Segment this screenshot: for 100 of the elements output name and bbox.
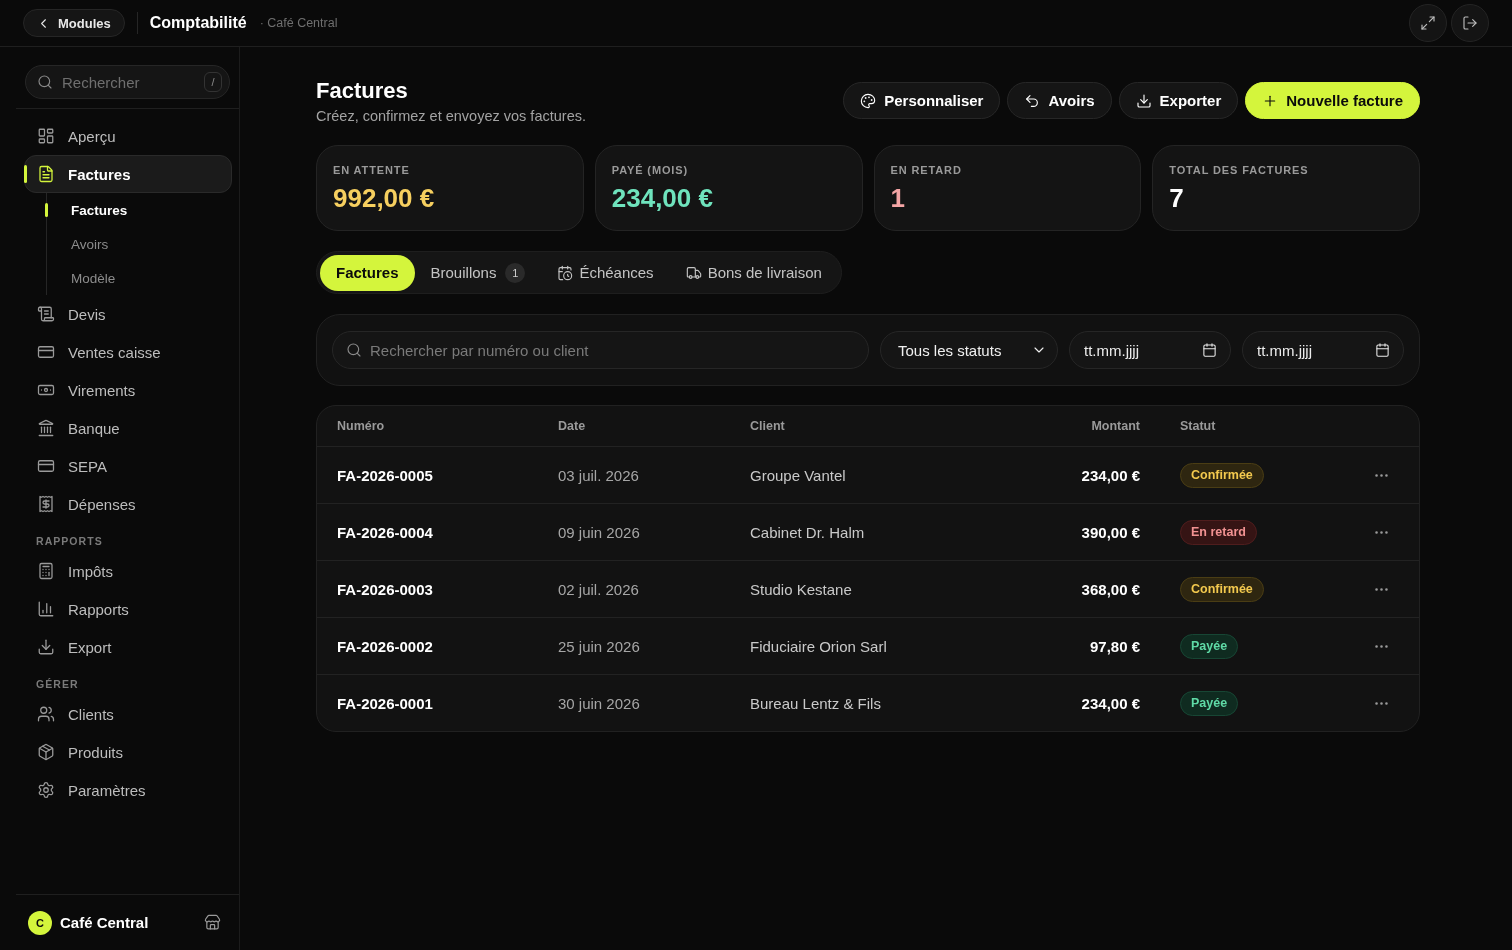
tab[interactable]: Échéances: [541, 254, 670, 291]
table-cell: FA-2026-0003: [337, 580, 433, 598]
nav-item[interactable]: Aperçu: [24, 117, 232, 155]
nav-item[interactable]: Factures: [24, 155, 232, 193]
nav-subitem[interactable]: Avoirs: [47, 227, 232, 261]
nav-item[interactable]: Devis: [24, 295, 232, 333]
tab[interactable]: Factures: [320, 254, 415, 291]
dashboard-icon: [37, 127, 55, 145]
status-badge: Payée: [1180, 690, 1239, 716]
table-cell: Studio Kestane: [750, 580, 852, 598]
settings-icon: [37, 781, 55, 799]
nav-item[interactable]: Virements: [24, 371, 232, 409]
fullscreen-button[interactable]: [1409, 4, 1447, 42]
stat-value: 7: [1169, 183, 1184, 213]
document-icon: [37, 165, 55, 183]
stat-value: 234,00 €: [611, 183, 713, 213]
table-cell: Fiduciaire Orion Sarl: [750, 637, 887, 655]
column-header: Statut: [1180, 419, 1216, 433]
table-cell: FA-2026-0004: [337, 523, 433, 541]
status-badge: Confirmée: [1180, 576, 1264, 602]
page-subtitle: Créez, confirmez et envoyez vos factures.: [316, 106, 586, 125]
date-field[interactable]: tt.mm.jjjj: [1242, 331, 1404, 369]
expand-icon: [1420, 15, 1436, 31]
stat-label: PAYÉ (MOIS): [611, 164, 689, 177]
nav-item[interactable]: Banque: [24, 409, 232, 447]
status-badge: En retard: [1180, 519, 1257, 545]
table-cell: 02 juil. 2026: [558, 580, 639, 598]
bank-icon: [37, 419, 55, 437]
store-icon[interactable]: [204, 914, 221, 931]
table-cell: 25 juin 2026: [558, 637, 640, 655]
logout-button[interactable]: [1451, 4, 1489, 42]
search-field[interactable]: Rechercher par numéro ou client: [332, 331, 869, 369]
download-icon: [1135, 92, 1152, 109]
box-icon: [37, 743, 55, 761]
table-cell: FA-2026-0002: [337, 637, 433, 655]
avatar: C: [28, 910, 52, 935]
stat-label: TOTAL DES FACTURES: [1169, 164, 1309, 177]
column-header: Montant: [1091, 419, 1140, 433]
download-icon: [37, 638, 55, 656]
truck-icon: [685, 264, 702, 281]
back-button[interactable]: Modules: [23, 9, 125, 37]
stat-label: EN ATTENTE: [333, 164, 410, 177]
table-cell: 234,00 €: [1081, 694, 1140, 712]
table-cell: 368,00 €: [1081, 580, 1140, 598]
column-header: Client: [750, 419, 785, 433]
stat-value: 992,00 €: [333, 183, 435, 213]
table-cell: FA-2026-0005: [337, 466, 433, 484]
table-cell: Bureau Lentz & Fils: [750, 694, 881, 712]
receipt-icon: [37, 495, 55, 513]
action-button[interactable]: Personnaliser: [843, 82, 1001, 119]
status-badge: Confirmée: [1180, 462, 1264, 488]
app-subtitle: · Café Central: [259, 16, 338, 30]
tab[interactable]: Bons de livraison: [669, 254, 838, 291]
table-cell: 390,00 €: [1081, 523, 1140, 541]
page-title: Factures: [316, 77, 408, 104]
undo-icon: [1024, 92, 1041, 109]
status-badge: Payée: [1180, 633, 1239, 659]
logout-icon: [1462, 15, 1478, 31]
table-cell: 30 juin 2026: [558, 694, 640, 712]
scroll-icon: [37, 305, 55, 323]
nav-item[interactable]: Dépenses: [24, 485, 232, 523]
app-title: Comptabilité: [149, 14, 247, 32]
table-cell: FA-2026-0001: [337, 694, 433, 712]
business-name: Café Central: [60, 914, 149, 931]
column-header: Numéro: [337, 419, 385, 433]
table-cell: 234,00 €: [1081, 466, 1140, 484]
nav-item[interactable]: Paramètres: [24, 771, 232, 809]
nav-item[interactable]: Ventes caisse: [24, 333, 232, 371]
table-cell: 03 juil. 2026: [558, 466, 639, 484]
count-badge: 1: [505, 262, 526, 283]
search-icon: [37, 74, 53, 90]
nav-item[interactable]: Produits: [24, 733, 232, 771]
nav-subitem[interactable]: Modèle: [47, 261, 232, 295]
status-select[interactable]: Tous les statuts: [880, 331, 1058, 369]
palette-icon: [860, 92, 877, 109]
users-icon: [37, 705, 55, 723]
action-button[interactable]: Exporter: [1118, 82, 1239, 119]
stat-label: EN RETARD: [890, 164, 962, 177]
section-heading: RAPPORTS: [35, 534, 104, 549]
calendar-icon: [1375, 342, 1390, 358]
card-icon: [37, 457, 55, 475]
calculator-icon: [37, 562, 55, 580]
nav-item[interactable]: Export: [24, 628, 232, 666]
card-icon: [37, 343, 55, 361]
table-cell: Cabinet Dr. Halm: [750, 523, 865, 541]
nav-item[interactable]: Impôts: [24, 552, 232, 590]
bar-chart-icon: [37, 600, 55, 618]
nav-item[interactable]: Rapports: [24, 590, 232, 628]
nav-item[interactable]: Clients: [24, 695, 232, 733]
table-cell: Groupe Vantel: [750, 466, 846, 484]
date-field[interactable]: tt.mm.jjjj: [1069, 331, 1231, 369]
nav-item[interactable]: SEPA: [24, 447, 232, 485]
calendar-clock-icon: [557, 264, 574, 281]
action-button[interactable]: Nouvelle facture: [1245, 82, 1420, 119]
search-icon: [346, 342, 362, 358]
calendar-icon: [1202, 342, 1217, 358]
tab[interactable]: Brouillons 1: [414, 254, 542, 291]
action-button[interactable]: Avoirs: [1007, 82, 1112, 119]
table-cell: 09 juin 2026: [558, 523, 640, 541]
nav-subitem[interactable]: Factures: [47, 193, 232, 227]
